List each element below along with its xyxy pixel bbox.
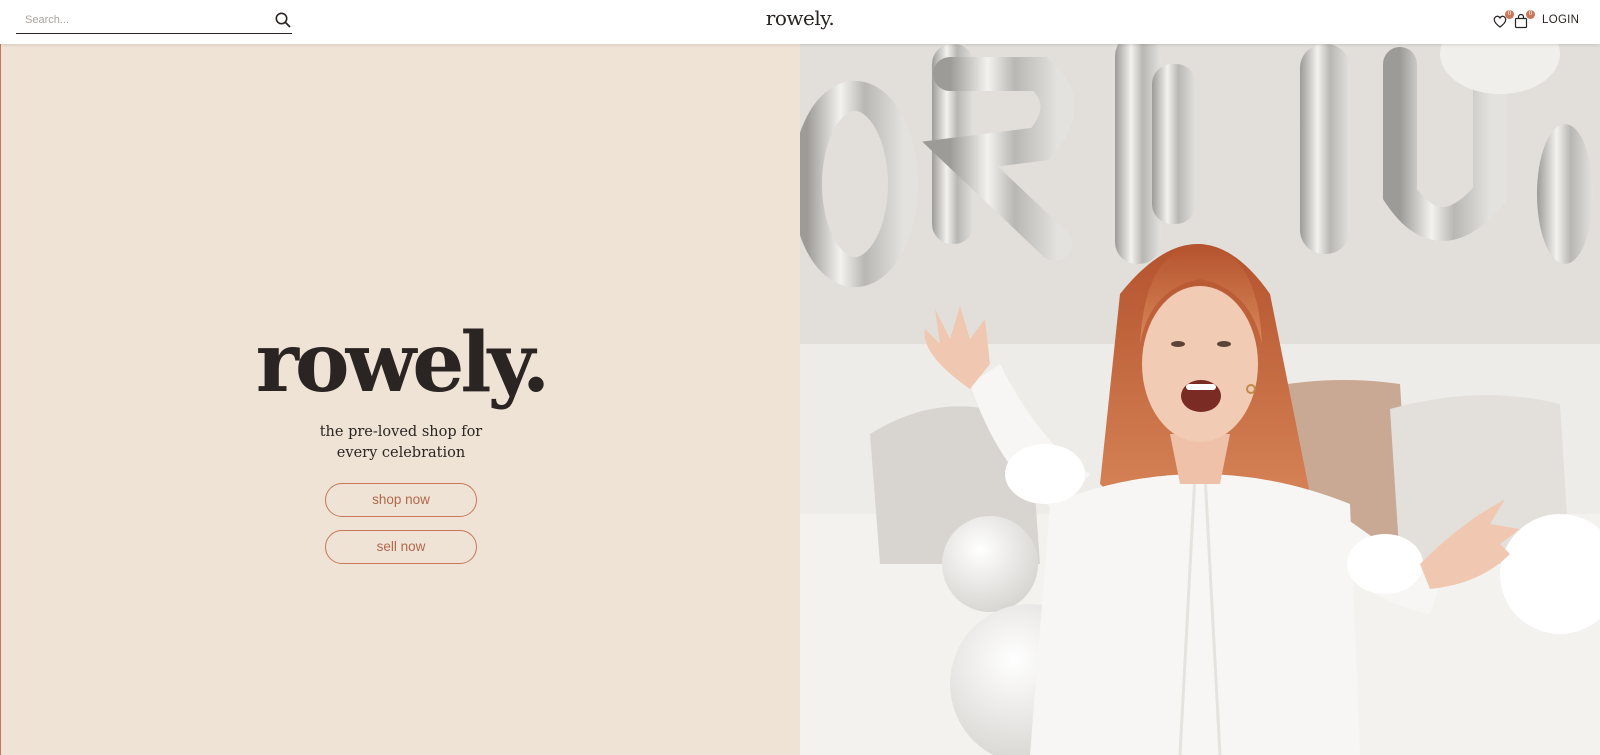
tagline-line-1: the pre-loved shop for [319, 424, 483, 440]
hero-brand-title: rowely. [255, 315, 551, 411]
shop-now-button[interactable]: shop now [325, 483, 477, 517]
site-header: rowely. 0 0 LOGIN [0, 0, 1600, 44]
brand-logo[interactable]: rowely. [700, 6, 900, 30]
celebration-photo [800, 44, 1600, 755]
cart-count-badge: 0 [1526, 10, 1535, 19]
hero-tagline: the pre-loved shop for every celebration [251, 422, 551, 464]
login-link[interactable]: LOGIN [1542, 14, 1579, 26]
sell-now-button[interactable]: sell now [325, 530, 477, 564]
hero-image [800, 44, 1600, 755]
hero-text-panel: rowely. the pre-loved shop for every cel… [0, 44, 800, 755]
cart-button[interactable]: 0 [1513, 10, 1535, 29]
search-icon[interactable] [274, 11, 292, 29]
search-input[interactable] [16, 9, 266, 31]
search-bar [16, 9, 292, 34]
tagline-line-2: every celebration [336, 445, 466, 461]
wishlist-button[interactable]: 0 [1492, 10, 1514, 29]
